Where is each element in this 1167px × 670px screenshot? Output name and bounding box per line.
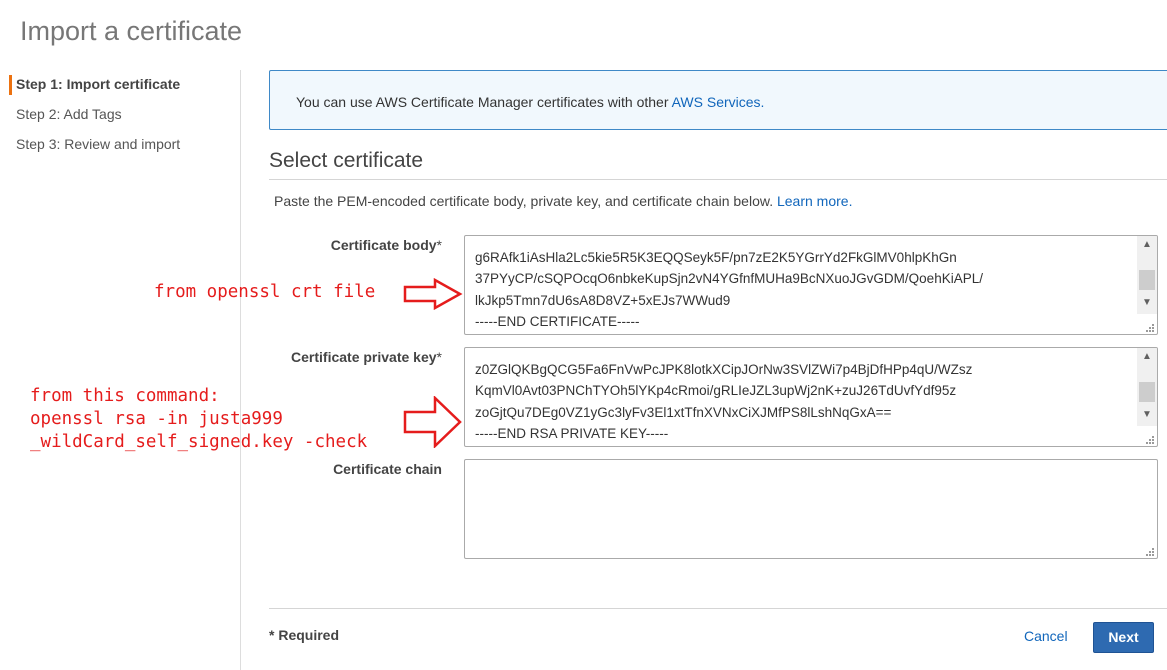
scroll-thumb[interactable] (1139, 270, 1155, 290)
aws-services-link[interactable]: AWS Services. (672, 94, 765, 110)
key-annotation-line: openssl rsa -in justa999 (30, 409, 283, 429)
footer-divider (269, 608, 1167, 609)
required-note: * Required (269, 627, 340, 643)
private-key-label-text: Certificate private key (291, 349, 437, 365)
key-annotation-line: _wildCard_self_signed.key -check (30, 432, 368, 452)
info-message: You can use AWS Certificate Manager cert… (296, 94, 672, 110)
cancel-button[interactable]: Cancel (1024, 628, 1068, 644)
instructions-text: Paste the PEM-encoded certificate body, … (274, 193, 777, 209)
instructions: Paste the PEM-encoded certificate body, … (274, 193, 852, 209)
private-key-line: -----END RSA PRIVATE KEY----- (475, 425, 669, 441)
section-divider (269, 179, 1167, 180)
next-button[interactable]: Next (1093, 622, 1154, 653)
active-step-indicator (9, 75, 12, 95)
certificate-body-content: g6RAfk1iAsHla2Lc5kie5R5K3EQQSeyk5F/pn7zE… (475, 247, 983, 332)
wizard-sidebar: Step 1: Import certificate Step 2: Add T… (0, 70, 241, 670)
certificate-body-line: g6RAfk1iAsHla2Lc5kie5R5K3EQQSeyk5F/pn7zE… (475, 250, 957, 265)
required-mark: * (436, 349, 442, 365)
scroll-up-icon[interactable]: ▲ (1137, 236, 1157, 254)
page-title: Import a certificate (20, 16, 243, 46)
scroll-thumb[interactable] (1139, 382, 1155, 402)
certificate-body-line: lkJkp5Tmn7dU6sA8D8VZ+5xEJs7WWud9 (475, 292, 731, 308)
certificate-body-line: 37PYyCP/cSQPOcqO6nbkeKupSjn2vN4YGfnfMUHa… (475, 271, 983, 287)
private-key-line: KqmVl0Avt03PNChTYOh5lYKp4cRmoi/gRLIeJZL3… (475, 383, 957, 399)
scroll-up-icon[interactable]: ▲ (1137, 348, 1157, 366)
private-key-textarea[interactable]: z0ZGlQKBgQCG5Fa6FnVwPcJPK8lotkXCipJOrNw3… (464, 347, 1158, 447)
crt-annotation: from openssl crt file (154, 282, 376, 302)
private-key-line: zoGjtQu7DEg0VZ1yGc3lyFv3El1xtTfnXVNxCiXJ… (475, 404, 892, 420)
certificate-body-textarea[interactable]: g6RAfk1iAsHla2Lc5kie5R5K3EQQSeyk5F/pn7zE… (464, 235, 1158, 335)
red-arrow-icon (403, 278, 463, 310)
private-key-label: Certificate private key* (262, 349, 442, 365)
key-annotation-line: from this command: (30, 386, 220, 406)
certificate-chain-textarea[interactable] (464, 459, 1158, 559)
key-annotation: from this command: openssl rsa -in justa… (30, 385, 367, 454)
private-key-content: z0ZGlQKBgQCG5Fa6FnVwPcJPK8lotkXCipJOrNw3… (475, 359, 972, 444)
scroll-down-icon[interactable]: ▼ (1137, 294, 1157, 312)
learn-more-link[interactable]: Learn more. (777, 193, 852, 209)
private-key-line: z0ZGlQKBgQCG5Fa6FnVwPcJPK8lotkXCipJOrNw3… (475, 362, 973, 377)
certificate-body-scrollbar[interactable]: ▲ ▼ (1137, 236, 1157, 314)
certificate-body-label-text: Certificate body (330, 237, 437, 253)
section-title: Select certificate (269, 149, 424, 172)
info-text: You can use AWS Certificate Manager cert… (296, 94, 764, 110)
resize-grip-icon[interactable] (1144, 434, 1154, 444)
private-key-scrollbar[interactable]: ▲ ▼ (1137, 348, 1157, 426)
step-import-certificate[interactable]: Step 1: Import certificate (16, 76, 180, 92)
required-mark: * (436, 237, 442, 253)
step-add-tags[interactable]: Step 2: Add Tags (16, 106, 122, 122)
certificate-body-line: -----END CERTIFICATE----- (475, 313, 640, 329)
step-review-and-import[interactable]: Step 3: Review and import (16, 136, 180, 152)
scroll-down-icon[interactable]: ▼ (1137, 406, 1157, 424)
info-banner: You can use AWS Certificate Manager cert… (269, 70, 1167, 130)
red-arrow-icon (403, 396, 462, 448)
certificate-body-label: Certificate body* (262, 237, 442, 253)
resize-grip-icon[interactable] (1144, 546, 1154, 556)
certificate-chain-label: Certificate chain (333, 461, 442, 477)
resize-grip-icon[interactable] (1144, 322, 1154, 332)
